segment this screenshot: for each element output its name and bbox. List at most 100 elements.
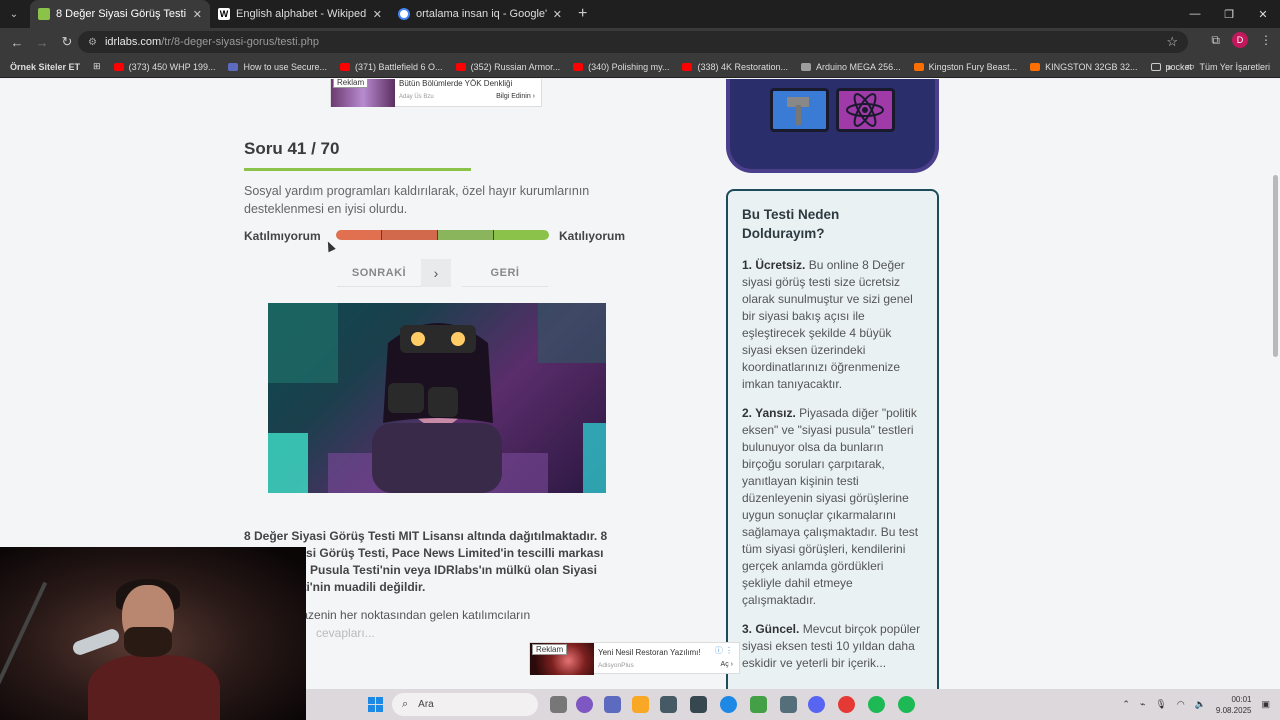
chevron-up-icon[interactable]: ⌃ <box>1122 699 1130 710</box>
minimize-icon[interactable]: — <box>1178 0 1212 28</box>
extensions-icon[interactable]: ⧉ <box>1211 33 1220 48</box>
app-icon[interactable] <box>690 696 707 713</box>
taskbar-search-label: Ara <box>418 699 434 710</box>
system-tray: ⌃ ⌁ 🎙 ◠ 🔈 00:01 9.08.2025 ▣ <box>1122 689 1280 720</box>
ad-cta[interactable]: Bilgi Edinin › <box>496 93 535 100</box>
ad-banner-top[interactable]: Reklam Bütün Bölümlerde YÖK Denkliği Ada… <box>330 79 542 107</box>
site-info-icon[interactable]: ⚙ <box>88 37 97 48</box>
why-item-free: 1. Ücretsiz. Bu online 8 Değer siyasi gö… <box>742 257 923 393</box>
back-button[interactable]: GERİ <box>462 259 548 287</box>
file-explorer-icon[interactable] <box>632 696 649 713</box>
bookmarks-overflow-icon[interactable]: » <box>1167 62 1172 72</box>
taskbar-search[interactable]: ⌕ Ara <box>392 693 538 716</box>
discord-icon[interactable] <box>808 696 825 713</box>
notification-icon[interactable]: ▣ <box>1261 699 1270 710</box>
why-item-title: 2. Yansız. <box>742 406 796 420</box>
bookmark-label: (371) Battlefield 6 O... <box>355 61 443 72</box>
bookmark-favicon-icon <box>113 62 124 71</box>
tab-google[interactable]: ortalama insan iq - Google'da A ✕ <box>390 0 570 28</box>
tab-close-icon[interactable]: ✕ <box>373 8 382 21</box>
task-view-icon[interactable] <box>550 696 567 713</box>
wifi-icon[interactable]: ◠ <box>1177 699 1185 710</box>
scrollbar[interactable] <box>1270 79 1280 689</box>
clock-time: 00:01 <box>1231 694 1252 704</box>
toolbar: ← → ↻ ⚙ idrlabs.com/tr/8-deger-siyasi-go… <box>0 28 1280 56</box>
new-tab-icon[interactable]: + <box>578 5 587 23</box>
scale-disagree[interactable] <box>381 230 437 240</box>
ad-title: Bütün Bölümlerde YÖK Denkliği <box>399 79 513 88</box>
ad-banner-bottom[interactable]: Reklam Yeni Nesil Restoran Yazılımı! Adi… <box>529 642 740 675</box>
tab-wikipedia[interactable]: W English alphabet - Wikipedia ✕ <box>210 0 390 28</box>
ad-title: Yeni Nesil Restoran Yazılımı! <box>598 648 701 657</box>
wikipedia-icon: W <box>218 8 230 20</box>
bookmark-label: Örnek Siteler ET <box>10 61 81 72</box>
agreement-scale[interactable] <box>336 230 549 240</box>
tab-bar: ⌄ 8 Değer Siyasi Görüş Testi ✕ W English… <box>0 0 1280 28</box>
bookmark-favicon-icon <box>228 62 239 71</box>
ad-cta[interactable]: Aç › <box>721 661 733 668</box>
bookmark-label: KINGSTON 32GB 32... <box>1045 61 1138 72</box>
ad-source: AdisyonPlus <box>598 662 634 669</box>
windows-start-icon[interactable] <box>368 697 383 712</box>
bookmark-star-icon[interactable]: ☆ <box>1166 34 1178 50</box>
clock[interactable]: 00:01 9.08.2025 <box>1216 694 1252 716</box>
copilot-icon[interactable] <box>576 696 593 713</box>
close-window-icon[interactable]: ✕ <box>1246 0 1280 28</box>
network-icon[interactable]: ⌁ <box>1140 699 1145 710</box>
bookmark-item[interactable]: (373) 450 WHP 199... <box>113 62 215 72</box>
ad-info-icon[interactable]: ⓘ ⋮ <box>715 645 733 656</box>
bookmark-label: (338) 4K Restoration... <box>697 61 789 72</box>
spotify-icon[interactable] <box>898 696 915 713</box>
url-path: /tr/8-deger-siyasi-gorus/testi.php <box>161 36 319 48</box>
volume-icon[interactable]: 🔈 <box>1195 699 1206 710</box>
bookmark-item[interactable]: Örnek Siteler ET <box>10 62 80 72</box>
bookmark-item[interactable]: How to use Secure... <box>228 62 327 72</box>
teams-icon[interactable] <box>604 696 621 713</box>
restore-icon[interactable]: ❐ <box>1212 0 1246 28</box>
bookmark-item[interactable]: (338) 4K Restoration... <box>682 62 788 72</box>
tab-title: ortalama insan iq - Google'da A <box>416 8 547 20</box>
back-icon[interactable]: ← <box>6 31 28 53</box>
scale-strongly-agree[interactable] <box>493 230 549 240</box>
mouse-cursor-icon <box>324 239 336 253</box>
app-icon[interactable] <box>868 696 885 713</box>
person-shirt <box>88 655 220 720</box>
reload-icon[interactable]: ↻ <box>56 31 78 53</box>
favicon-icon <box>38 8 50 20</box>
window-controls: — ❐ ✕ <box>1178 0 1280 28</box>
chrome-icon[interactable] <box>838 696 855 713</box>
app-icon[interactable] <box>750 696 767 713</box>
tab-8-deger[interactable]: 8 Değer Siyasi Görüş Testi ✕ <box>30 0 210 28</box>
tab-close-icon[interactable]: ✕ <box>553 8 562 21</box>
bookmark-item[interactable]: Kingston Fury Beast... <box>913 62 1017 72</box>
mic-icon[interactable]: 🎙 <box>1155 699 1166 710</box>
bookmark-item[interactable]: Arduino MEGA 256... <box>801 62 901 72</box>
app-icon[interactable] <box>780 696 797 713</box>
tab-search-icon[interactable]: ⌄ <box>4 4 24 24</box>
bookmark-label: Arduino MEGA 256... <box>816 61 901 72</box>
bookmark-item[interactable]: (352) Russian Armor... <box>455 62 560 72</box>
menu-icon[interactable]: ⋮ <box>1260 33 1272 47</box>
bookmark-item[interactable]: KINGSTON 32GB 32... <box>1030 61 1138 72</box>
profile-avatar[interactable]: D <box>1232 32 1248 48</box>
progress-underline <box>244 168 471 171</box>
bookmark-item[interactable]: (371) Battlefield 6 O... <box>340 62 443 72</box>
tab-close-icon[interactable]: ✕ <box>193 8 202 21</box>
next-button[interactable]: SONRAKİ › <box>337 258 451 287</box>
why-item-unbiased: 2. Yansız. Piyasada diğer "politik eksen… <box>742 405 923 609</box>
scale-tick <box>381 230 382 240</box>
bookmark-label: (340) Polishing my... <box>588 61 670 72</box>
store-icon[interactable] <box>660 696 677 713</box>
apps-grid-icon[interactable]: ⊞ <box>93 61 101 72</box>
address-bar[interactable]: ⚙ idrlabs.com/tr/8-deger-siyasi-gorus/te… <box>78 31 1188 53</box>
why-item-body: Piyasada diğer "politik eksen" ve "siyas… <box>742 406 919 607</box>
agree-label: Katılıyorum <box>559 229 626 243</box>
scale-strongly-disagree[interactable] <box>336 230 381 240</box>
bookmark-favicon-icon <box>573 62 584 71</box>
forward-icon[interactable]: → <box>31 31 53 53</box>
scrollbar-thumb[interactable] <box>1273 175 1278 357</box>
all-bookmarks[interactable]: ▭ Tüm Yer İşaretleri <box>1186 61 1270 72</box>
scale-agree[interactable] <box>437 230 493 240</box>
edge-icon[interactable] <box>720 696 737 713</box>
bookmark-item[interactable]: (340) Polishing my... <box>573 62 669 72</box>
